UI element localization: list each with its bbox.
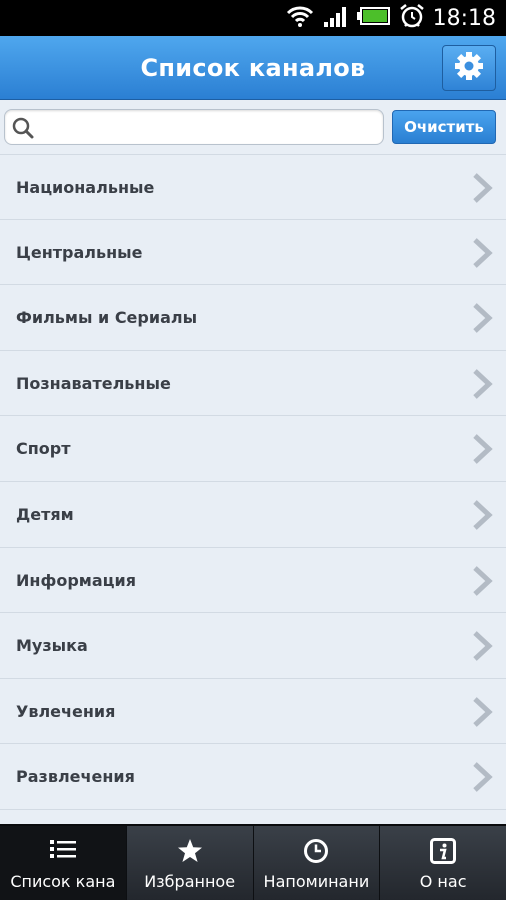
category-list: Национальные Центральные Фильмы и Сериал… (0, 154, 506, 810)
chevron-right-icon (470, 433, 494, 469)
chevron-right-icon (470, 368, 494, 404)
chevron-right-icon (470, 696, 494, 732)
chevron-right-icon (470, 499, 494, 535)
list-item[interactable]: Информация (0, 547, 506, 614)
list-item-label: Развлечения (16, 767, 135, 787)
list-item-label: Познавательные (16, 373, 171, 393)
signal-icon (323, 4, 349, 32)
chevron-right-icon (470, 237, 494, 273)
search-icon (11, 116, 35, 144)
clock-icon (303, 838, 329, 868)
list-item[interactable]: Развлечения (0, 744, 506, 810)
search-bar: Очистить (0, 100, 506, 154)
star-icon (177, 838, 203, 868)
status-time: 18:18 (432, 5, 496, 31)
chevron-right-icon (470, 172, 494, 208)
list-item[interactable]: Познавательные (0, 350, 506, 417)
list-item[interactable]: Спорт (0, 416, 506, 482)
app-header: Список каналов (0, 36, 506, 100)
chevron-right-icon (470, 302, 494, 338)
list-icon (49, 838, 77, 868)
tab-label: О нас (419, 872, 467, 891)
list-item-label: Информация (16, 570, 136, 590)
list-item-label: Музыка (16, 636, 88, 656)
list-item[interactable]: Центральные (0, 219, 506, 286)
tab-favorites[interactable]: Избранное (125, 826, 253, 900)
list-item-label: Спорт (16, 439, 71, 459)
battery-icon (356, 5, 391, 31)
list-item[interactable]: Национальные (0, 154, 506, 220)
list-item-label: Национальные (16, 178, 155, 197)
chevron-right-icon (470, 565, 494, 601)
settings-button[interactable] (442, 45, 496, 91)
tab-reminders[interactable]: Напоминани (252, 826, 380, 900)
tab-about[interactable]: О нас (379, 826, 506, 900)
tab-label: Список кана (10, 872, 116, 891)
list-item[interactable]: Увлечения (0, 678, 506, 745)
info-icon (430, 838, 457, 868)
status-bar: 18:18 (0, 0, 506, 36)
list-item[interactable]: Фильмы и Сериалы (0, 285, 506, 351)
list-item-label: Увлечения (16, 701, 116, 721)
tab-channel-list[interactable]: Список кана (0, 826, 126, 900)
list-item[interactable]: Детям (0, 481, 506, 548)
chevron-right-icon (470, 761, 494, 797)
list-item-label: Фильмы и Сериалы (16, 308, 198, 328)
wifi-icon (285, 4, 315, 32)
page-title: Список каналов (140, 54, 366, 82)
gear-icon (454, 51, 484, 85)
tab-label: Напоминани (263, 872, 370, 891)
search-input[interactable] (39, 110, 377, 144)
bottom-tab-bar: Список кана Избранное Напоминани О нас (0, 824, 506, 900)
list-item-label: Центральные (16, 242, 143, 262)
alarm-icon (399, 3, 425, 33)
tab-label: Избранное (144, 872, 236, 891)
search-box[interactable] (4, 109, 384, 145)
list-item-label: Детям (16, 504, 74, 524)
chevron-right-icon (470, 630, 494, 666)
list-item[interactable]: Музыка (0, 613, 506, 679)
clear-button[interactable]: Очистить (392, 110, 496, 144)
